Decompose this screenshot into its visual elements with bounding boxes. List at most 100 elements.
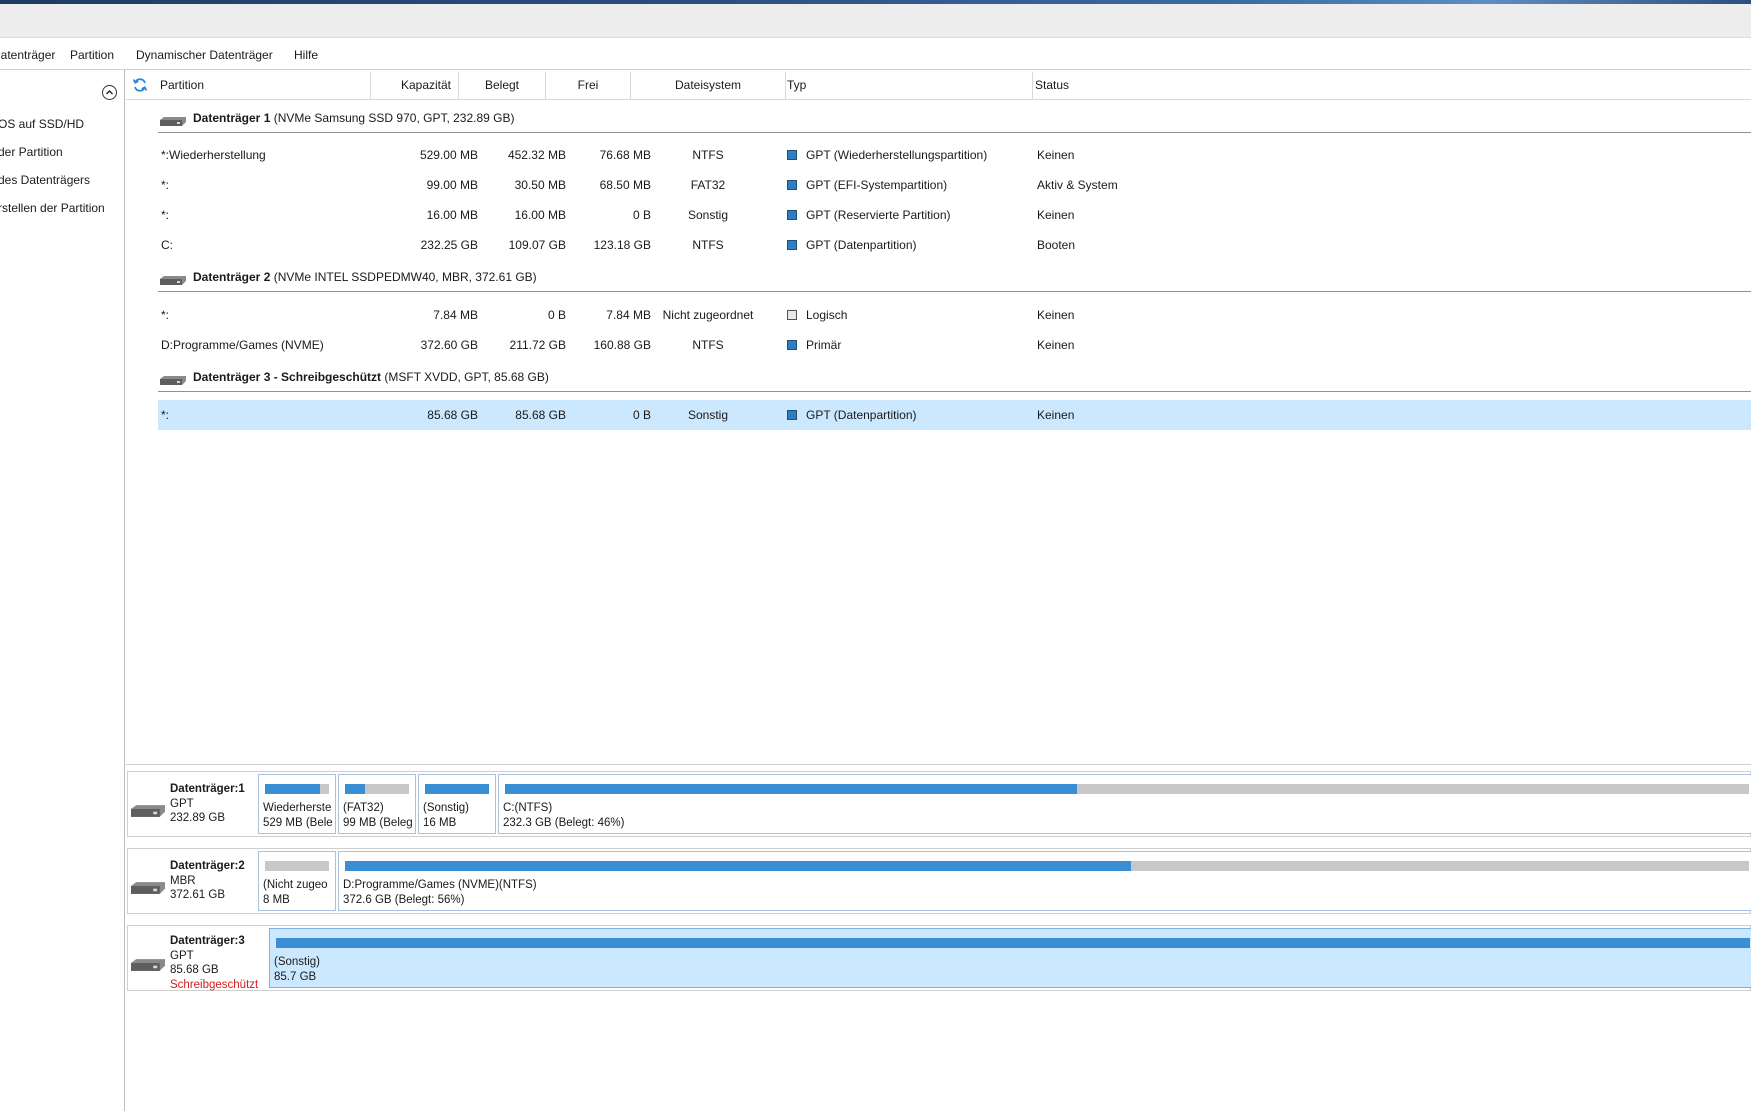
- title-bar: [0, 4, 1751, 38]
- partition-map-size: 16 MB: [423, 816, 457, 829]
- column-status[interactable]: Status: [1035, 70, 1069, 100]
- disk-map-partition[interactable]: Wiederherste 529 MB (Bele: [258, 774, 336, 834]
- partition-list-header: Partition Kapazität Belegt Frei Dateisys…: [126, 70, 1751, 100]
- partition-type: GPT (Datenpartition): [806, 238, 917, 252]
- column-partition[interactable]: Partition: [160, 70, 204, 100]
- partition-used: 109.07 GB: [508, 238, 566, 252]
- partition-capacity: 529.00 MB: [419, 148, 478, 162]
- partition-status: Keinen: [1037, 338, 1075, 352]
- disk-map-partition[interactable]: (FAT32) 99 MB (Beleg: [338, 774, 416, 834]
- table-row[interactable]: *:Wiederherstellung 529.00 MB 452.32 MB …: [158, 140, 1751, 170]
- partition-type-color-icon: [787, 150, 797, 160]
- collapse-icon[interactable]: [102, 85, 117, 100]
- write-protected-label: Schreibgeschützt: [170, 978, 259, 991]
- usage-bar-fill: [265, 784, 321, 794]
- sidebar-item-os-migration[interactable]: OS auf SSD/HD: [0, 117, 84, 131]
- disk-map-info[interactable]: Datenträger:1 GPT 232.89 GB: [128, 772, 258, 836]
- disk-map-name: Datenträger:2: [170, 860, 245, 872]
- partition-map-size: 372.6 GB (Belegt: 56%): [343, 893, 465, 906]
- hard-disk-icon: [131, 805, 165, 817]
- menu-partition[interactable]: Partition: [70, 48, 114, 62]
- sidebar-item-partition[interactable]: der Partition: [0, 145, 63, 159]
- table-row-selected[interactable]: *: 85.68 GB 85.68 GB 0 B Sonstig GPT (Da…: [158, 400, 1751, 430]
- disk-map-partition[interactable]: C:(NTFS) 232.3 GB (Belegt: 46%): [498, 774, 1751, 834]
- partition-capacity: 232.25 GB: [420, 238, 478, 252]
- partition-type-color-icon: [787, 240, 797, 250]
- partition-name: *:: [161, 178, 170, 192]
- sidebar-item-disk[interactable]: des Datenträgers: [0, 173, 90, 187]
- disk-map-partition-selected[interactable]: (Sonstig) 85.7 GB: [269, 928, 1751, 988]
- partition-map-label: D:Programme/Games (NVME)(NTFS): [343, 879, 537, 891]
- table-row[interactable]: C: 232.25 GB 109.07 GB 123.18 GB NTFS GP…: [158, 230, 1751, 260]
- partition-map-label: (Sonstig): [274, 956, 321, 968]
- hard-disk-icon: [160, 276, 186, 285]
- column-belegt[interactable]: Belegt: [459, 70, 545, 100]
- disk-map-partition[interactable]: (Nicht zugeo 8 MB: [258, 851, 336, 911]
- disk-group-header[interactable]: Datenträger 2 (NVMe INTEL SSDPEDMW40, MB…: [158, 262, 1751, 292]
- usage-bar-fill: [425, 784, 489, 794]
- refresh-icon[interactable]: [132, 77, 148, 93]
- partition-map-size: 99 MB (Beleg: [343, 816, 413, 829]
- column-typ[interactable]: Typ: [787, 70, 806, 100]
- partition-used: 452.32 MB: [507, 148, 566, 162]
- partition-status: Keinen: [1037, 208, 1075, 222]
- partition-name: *:: [161, 408, 170, 422]
- partition-map-label: (FAT32): [343, 802, 384, 814]
- partition-filesystem: FAT32: [690, 178, 726, 192]
- disk-map-partition[interactable]: (Sonstig) 16 MB: [418, 774, 496, 834]
- disk-map-partition[interactable]: D:Programme/Games (NVME)(NTFS) 372.6 GB (…: [338, 851, 1751, 911]
- sidebar: OS auf SSD/HD der Partition des Datenträ…: [0, 70, 125, 1111]
- partition-type: Primär: [806, 338, 842, 352]
- hard-disk-icon: [131, 882, 165, 894]
- partition-map-size: 85.7 GB: [274, 970, 317, 983]
- disk-map-name: Datenträger:3: [170, 935, 245, 947]
- disk-title: Datenträger 1: [193, 111, 271, 125]
- partition-capacity: 372.60 GB: [420, 338, 478, 352]
- menu-datentraeger[interactable]: Datenträger: [0, 48, 55, 62]
- menu-bar: Datenträger Partition Dynamischer Datent…: [0, 39, 1751, 70]
- disk-group-header[interactable]: Datenträger 1 (NVMe Samsung SSD 970, GPT…: [158, 103, 1751, 133]
- table-row[interactable]: *: 99.00 MB 30.50 MB 68.50 MB FAT32 GPT …: [158, 170, 1751, 200]
- partition-type-color-icon: [787, 340, 797, 350]
- partition-used: 85.68 GB: [515, 408, 566, 422]
- pane-splitter[interactable]: [126, 764, 1751, 765]
- disk-details: (NVMe Samsung SSD 970, GPT, 232.89 GB): [273, 111, 515, 125]
- partition-type: GPT (Wiederherstellungspartition): [806, 148, 988, 162]
- partition-used: 211.72 GB: [509, 338, 566, 352]
- disk-details: (NVMe INTEL SSDPEDMW40, MBR, 372.61 GB): [273, 270, 537, 284]
- partition-filesystem: Sonstig: [687, 408, 729, 422]
- disk-map-style: GPT: [170, 797, 194, 810]
- partition-filesystem: NTFS: [692, 148, 724, 162]
- disk-map-row[interactable]: Datenträger:2 MBR 372.61 GB (Nicht zugeo…: [127, 848, 1751, 914]
- disk-map-row[interactable]: Datenträger:1 GPT 232.89 GB Wiederherste…: [127, 771, 1751, 837]
- menu-dynamischer-datentraeger[interactable]: Dynamischer Datenträger: [136, 48, 273, 62]
- disk-map-name: Datenträger:1: [170, 783, 245, 795]
- menu-hilfe[interactable]: Hilfe: [294, 48, 318, 62]
- partition-type: GPT (Reservierte Partition): [806, 208, 951, 222]
- partition-capacity: 99.00 MB: [426, 178, 478, 192]
- disk-map-info[interactable]: Datenträger:3 GPT 85.68 GB Schreibgeschü…: [128, 926, 259, 991]
- disk-map-size: 232.89 GB: [170, 812, 225, 824]
- table-row[interactable]: *: 7.84 MB 0 B 7.84 MB Nicht zugeordnet …: [158, 300, 1751, 330]
- usage-bar-fill: [505, 784, 1078, 794]
- table-row[interactable]: *: 16.00 MB 16.00 MB 0 B Sonstig GPT (Re…: [158, 200, 1751, 230]
- partition-type: GPT (EFI-Systempartition): [806, 178, 948, 192]
- partition-name: *:Wiederherstellung: [161, 148, 266, 162]
- partition-map-label: Wiederherste: [263, 802, 332, 814]
- disk-details: (MSFT XVDD, GPT, 85.68 GB): [384, 370, 549, 384]
- partition-used: 0 B: [547, 308, 566, 322]
- column-frei[interactable]: Frei: [546, 70, 630, 100]
- disk-map-info[interactable]: Datenträger:2 MBR 372.61 GB: [128, 849, 258, 913]
- sidebar-item-restore-partition[interactable]: rstellen der Partition: [0, 201, 105, 215]
- table-row[interactable]: D:Programme/Games (NVME) 372.60 GB 211.7…: [158, 330, 1751, 360]
- column-dateisystem[interactable]: Dateisystem: [631, 70, 785, 100]
- partition-status: Aktiv & System: [1037, 178, 1118, 192]
- partition-filesystem: NTFS: [692, 238, 724, 252]
- partition-map-label: (Sonstig): [423, 802, 470, 814]
- partition-type: GPT (Datenpartition): [806, 408, 917, 422]
- disk-title: Datenträger 2: [193, 270, 271, 284]
- partition-filesystem: Sonstig: [687, 208, 729, 222]
- column-kapazitaet[interactable]: Kapazität: [390, 70, 462, 100]
- disk-map-row[interactable]: Datenträger:3 GPT 85.68 GB Schreibgeschü…: [127, 925, 1751, 991]
- disk-group-header[interactable]: Datenträger 3 - Schreibgeschützt (MSFT X…: [158, 362, 1751, 392]
